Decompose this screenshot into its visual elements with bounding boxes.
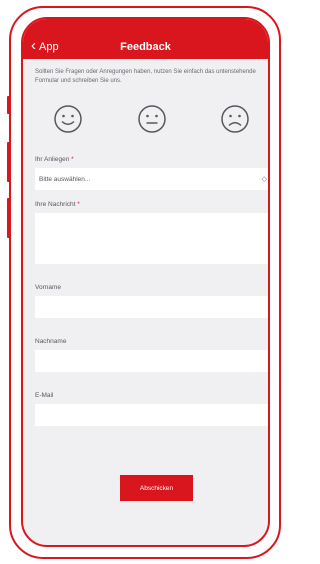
phone-side-button <box>7 96 11 114</box>
phone-side-button <box>7 198 11 238</box>
neutral-face-icon[interactable] <box>137 104 167 134</box>
happy-face-icon[interactable] <box>53 104 83 134</box>
required-marker: * <box>77 201 80 208</box>
intro-text: Sollten Sie Fragen oder Anregungen haben… <box>35 69 256 84</box>
lastname-label: Nachname <box>35 338 67 345</box>
select-arrows-icon: ◇ <box>261 176 267 183</box>
sad-face-icon[interactable] <box>220 104 250 134</box>
page-title: Feedback <box>120 41 171 53</box>
firstname-input[interactable] <box>35 296 268 318</box>
concern-select[interactable]: Bitte auswählen... ◇ <box>35 168 268 190</box>
firstname-label: Vorname <box>35 284 62 291</box>
email-input[interactable] <box>35 404 268 426</box>
rating-smileys <box>23 104 268 134</box>
lastname-input[interactable] <box>35 350 268 372</box>
email-label: E-Mail <box>35 392 54 399</box>
required-marker: * <box>71 156 74 163</box>
phone-side-button <box>7 142 11 182</box>
nav-bar: ‹ App Feedback <box>23 19 268 59</box>
concern-select-value: Bitte auswählen... <box>39 175 91 183</box>
message-label: Ihre Nachricht * <box>35 201 80 208</box>
submit-button[interactable]: Abschicken <box>120 475 193 501</box>
message-textarea[interactable] <box>35 213 268 264</box>
app-screen: ‹ App Feedback Sollten Sie Fragen oder A… <box>21 17 270 547</box>
concern-label: Ihr Anliegen * <box>35 156 74 163</box>
